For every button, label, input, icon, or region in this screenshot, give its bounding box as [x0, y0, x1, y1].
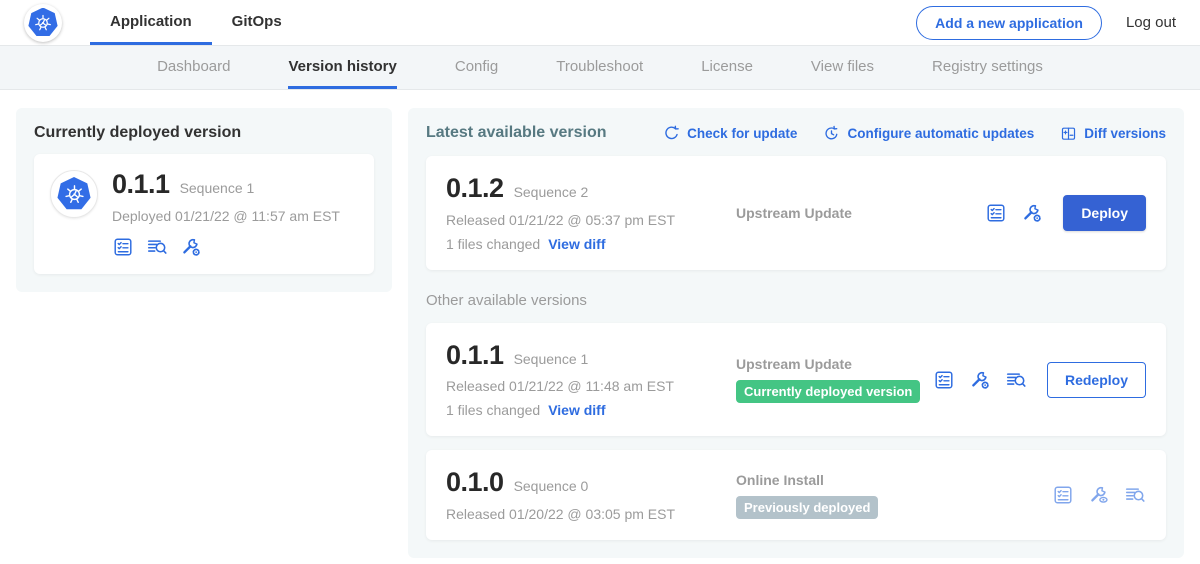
view-diff-link[interactable]: View diff: [548, 236, 605, 252]
sequence-label: Sequence 0: [514, 478, 589, 494]
kubernetes-heptagon-icon: [57, 177, 91, 211]
view-logs-icon[interactable]: [1005, 369, 1027, 391]
version-number: 0.1.0: [446, 468, 504, 498]
action-label: Diff versions: [1084, 126, 1166, 141]
currently-deployed-title: Currently deployed version: [34, 124, 374, 142]
diff-icon: [1060, 125, 1077, 142]
kubernetes-heptagon-icon: [28, 8, 58, 38]
previously-deployed-badge: Previously deployed: [736, 496, 878, 519]
diff-versions-link[interactable]: Diff versions: [1060, 125, 1166, 142]
tab-registry-settings[interactable]: Registry settings: [932, 46, 1043, 89]
version-card-011: 0.1.1 Sequence 1 Released 01/21/22 @ 11:…: [426, 323, 1166, 437]
tab-troubleshoot[interactable]: Troubleshoot: [556, 46, 643, 89]
refresh-icon: [663, 125, 680, 142]
configure-automatic-updates-link[interactable]: Configure automatic updates: [823, 125, 1034, 142]
sequence-label: Sequence 2: [514, 184, 589, 200]
ship-wheel-icon: [63, 183, 86, 206]
deployed-version-number: 0.1.1: [112, 170, 170, 200]
tab-config[interactable]: Config: [455, 46, 498, 89]
app-sub-nav: Dashboard Version history Config Trouble…: [0, 46, 1200, 90]
preflight-checks-icon[interactable]: [985, 202, 1007, 224]
version-history-page: Currently deployed version 0.1.1 Sequenc…: [0, 90, 1200, 558]
app-type-tabs: Application GitOps: [90, 0, 302, 45]
files-changed-label: 1 files changed: [446, 236, 540, 252]
tab-license[interactable]: License: [701, 46, 753, 89]
available-versions-panel: Latest available version Check for updat…: [408, 108, 1184, 558]
preflight-checks-icon[interactable]: [933, 369, 955, 391]
version-card-010: 0.1.0 Sequence 0 Released 01/20/22 @ 03:…: [426, 450, 1166, 540]
released-timestamp: Released 01/21/22 @ 11:48 am EST: [446, 378, 736, 394]
version-number: 0.1.2: [446, 174, 504, 204]
view-diff-link[interactable]: View diff: [548, 402, 605, 418]
check-for-update-link[interactable]: Check for update: [663, 125, 797, 142]
latest-available-title: Latest available version: [426, 124, 607, 142]
version-number: 0.1.1: [446, 341, 504, 371]
tab-dashboard[interactable]: Dashboard: [157, 46, 230, 89]
released-timestamp: Released 01/21/22 @ 05:37 pm EST: [446, 212, 736, 228]
other-available-versions-title: Other available versions: [426, 292, 1166, 309]
deployed-version-card: 0.1.1 Sequence 1 Deployed 01/21/22 @ 11:…: [34, 154, 374, 274]
version-card-012: 0.1.2 Sequence 2 Released 01/21/22 @ 05:…: [426, 156, 1166, 270]
redeploy-button[interactable]: Redeploy: [1047, 362, 1146, 398]
tab-gitops[interactable]: GitOps: [212, 0, 302, 45]
version-source-label: Upstream Update: [736, 205, 985, 221]
deploy-button[interactable]: Deploy: [1063, 195, 1146, 231]
deployed-timestamp: Deployed 01/21/22 @ 11:57 am EST: [112, 208, 340, 224]
version-source-label: Online Install: [736, 472, 1052, 488]
sequence-label: Sequence 1: [514, 351, 589, 367]
files-changed-label: 1 files changed: [446, 402, 540, 418]
currently-deployed-panel: Currently deployed version 0.1.1 Sequenc…: [16, 108, 392, 292]
add-new-application-button[interactable]: Add a new application: [916, 6, 1102, 40]
view-logs-icon[interactable]: [146, 236, 168, 258]
version-source-label: Upstream Update: [736, 356, 933, 372]
deployed-sequence-label: Sequence 1: [180, 180, 255, 196]
released-timestamp: Released 01/20/22 @ 03:05 pm EST: [446, 506, 736, 522]
ship-wheel-icon: [33, 13, 53, 33]
view-logs-icon[interactable]: [1124, 484, 1146, 506]
preflight-checks-icon[interactable]: [1052, 484, 1074, 506]
action-label: Configure automatic updates: [847, 126, 1034, 141]
view-config-icon[interactable]: [1088, 484, 1110, 506]
auto-update-icon: [823, 125, 840, 142]
log-out-button[interactable]: Log out: [1126, 14, 1176, 31]
action-label: Check for update: [687, 126, 797, 141]
edit-config-icon[interactable]: [1021, 202, 1043, 224]
top-nav: Application GitOps Add a new application…: [0, 0, 1200, 46]
tab-view-files[interactable]: View files: [811, 46, 874, 89]
app-icon: [50, 170, 98, 218]
tab-application[interactable]: Application: [90, 0, 212, 45]
currently-deployed-badge: Currently deployed version: [736, 380, 920, 403]
tab-version-history[interactable]: Version history: [288, 46, 396, 89]
edit-config-icon[interactable]: [969, 369, 991, 391]
preflight-checks-icon[interactable]: [112, 236, 134, 258]
edit-config-icon[interactable]: [180, 236, 202, 258]
kubernetes-logo[interactable]: [24, 4, 62, 42]
